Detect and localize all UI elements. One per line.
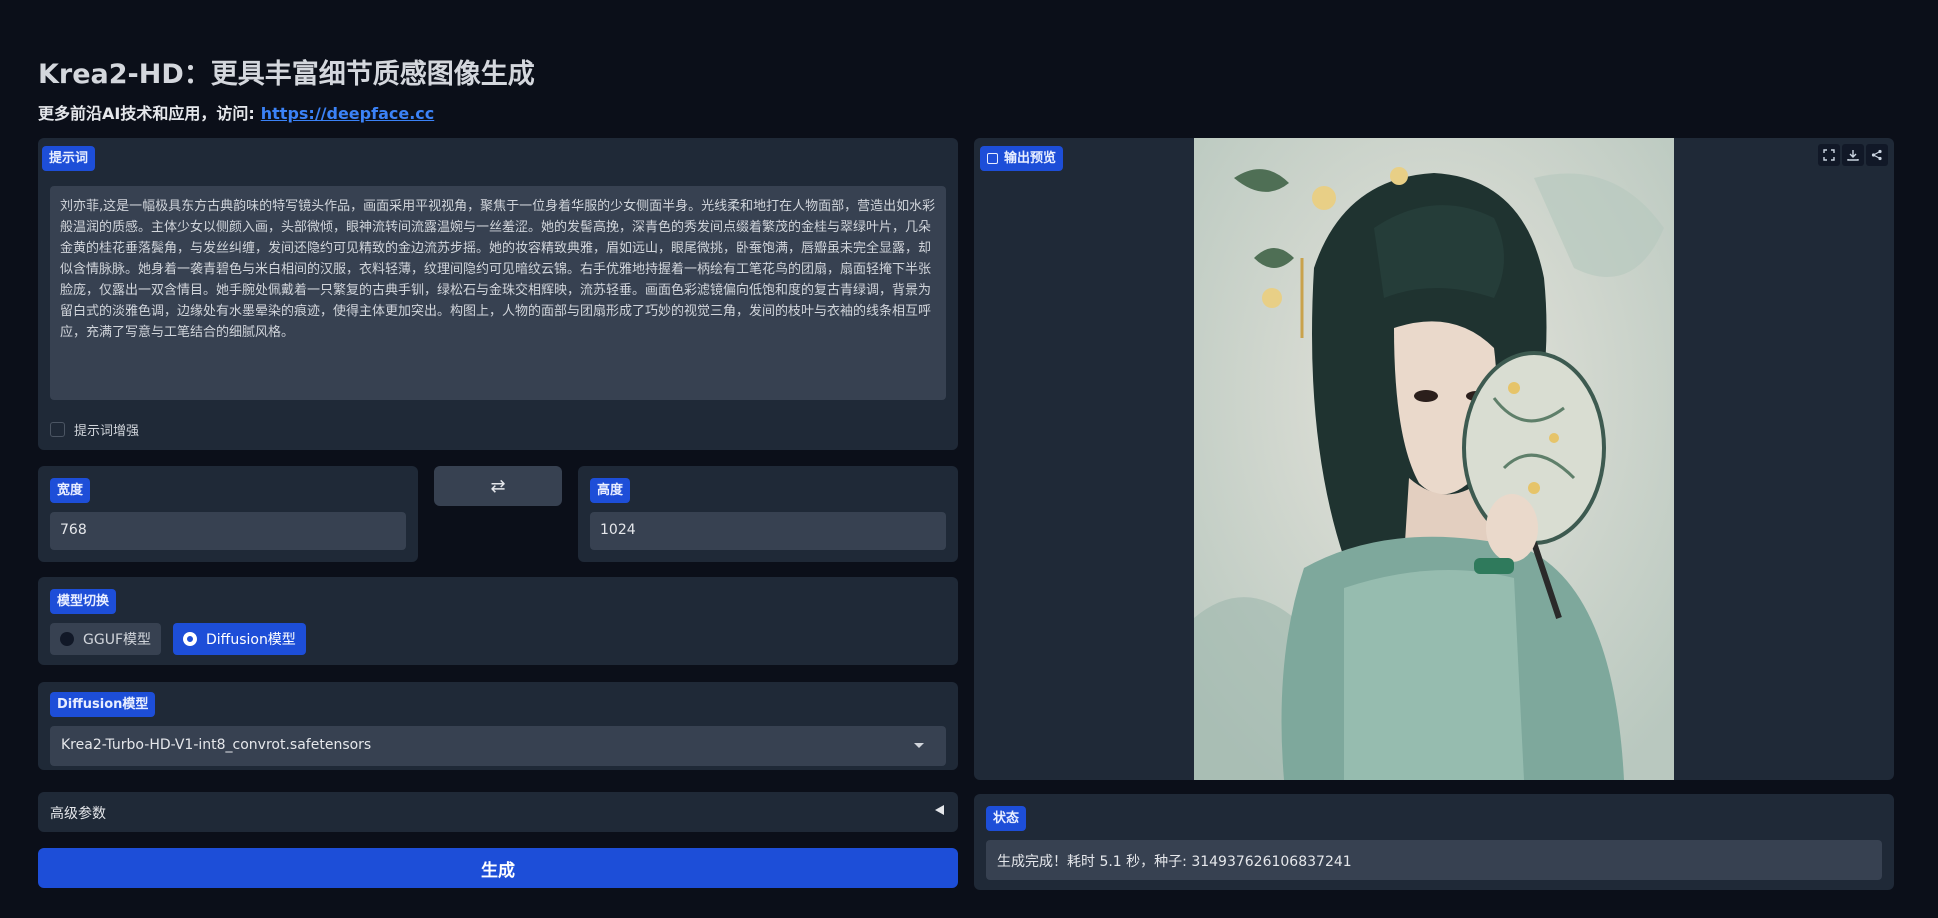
swap-icon: ⇄ [490, 475, 506, 497]
output-preview-text: 输出预览 [1004, 151, 1057, 166]
caret-left-icon [935, 805, 944, 815]
generate-button[interactable]: 生成 [38, 848, 958, 888]
output-preview-panel: 输出预览 [974, 138, 1894, 780]
height-input[interactable]: 1024 [590, 512, 946, 550]
prompt-enhance-row[interactable]: 提示词增强 [50, 420, 139, 439]
chevron-down-icon [914, 743, 924, 748]
prompt-enhance-label: 提示词增强 [74, 424, 140, 439]
radio-diffusion-model[interactable]: Diffusion模型 [173, 623, 306, 655]
diffusion-model-panel: Diffusion模型 Krea2-Turbo-HD-V1-int8_convr… [38, 682, 958, 770]
subtitle-text: 更多前沿AI技术和应用，访问: [38, 104, 255, 123]
radio-diffusion-label: Diffusion模型 [206, 632, 296, 648]
model-switch-panel: 模型切换 GGUF模型 Diffusion模型 [38, 577, 958, 665]
height-panel: 高度 1024 [578, 466, 958, 562]
width-label: 宽度 [50, 478, 91, 503]
output-toolbar [1818, 144, 1888, 166]
width-input[interactable]: 768 [50, 512, 406, 550]
status-output: 生成完成！耗时 5.1 秒，种子: 314937626106837241 [986, 840, 1882, 880]
output-image [1194, 138, 1674, 780]
radio-checked-icon [183, 632, 197, 646]
generated-portrait [1194, 138, 1674, 780]
image-icon [987, 153, 998, 164]
fullscreen-icon[interactable] [1818, 144, 1840, 166]
radio-gguf-label: GGUF模型 [83, 632, 151, 648]
prompt-panel: 提示词 刘亦菲,这是一幅极具东方古典韵味的特写镜头作品，画面采用平视视角，聚焦于… [38, 138, 958, 450]
deepface-link[interactable]: https://deepface.cc [261, 104, 435, 123]
swap-dimensions-button[interactable]: ⇄ [434, 466, 562, 506]
diffusion-model-dropdown[interactable]: Krea2-Turbo-HD-V1-int8_convrot.safetenso… [50, 726, 946, 766]
prompt-enhance-checkbox[interactable] [50, 422, 65, 437]
output-preview-label: 输出预览 [980, 146, 1064, 171]
advanced-params-accordion[interactable]: 高级参数 [38, 792, 958, 832]
download-icon[interactable] [1842, 144, 1864, 166]
share-icon[interactable] [1866, 144, 1888, 166]
page-subtitle: 更多前沿AI技术和应用，访问: https://deepface.cc [38, 100, 434, 124]
diffusion-model-label: Diffusion模型 [50, 692, 156, 717]
prompt-label: 提示词 [42, 146, 96, 171]
status-panel: 状态 生成完成！耗时 5.1 秒，种子: 314937626106837241 [974, 794, 1894, 890]
page-title: Krea2-HD：更具丰富细节质感图像生成 [38, 59, 535, 90]
status-label: 状态 [986, 806, 1027, 831]
radio-gguf-model[interactable]: GGUF模型 [50, 623, 161, 655]
prompt-textarea[interactable]: 刘亦菲,这是一幅极具东方古典韵味的特写镜头作品，画面采用平视视角，聚焦于一位身着… [50, 186, 946, 400]
height-label: 高度 [590, 478, 631, 503]
model-switch-label: 模型切换 [50, 589, 117, 614]
radio-unchecked-icon [60, 632, 74, 646]
advanced-params-label: 高级参数 [50, 806, 106, 822]
diffusion-model-value: Krea2-Turbo-HD-V1-int8_convrot.safetenso… [61, 737, 372, 753]
width-panel: 宽度 768 [38, 466, 418, 562]
